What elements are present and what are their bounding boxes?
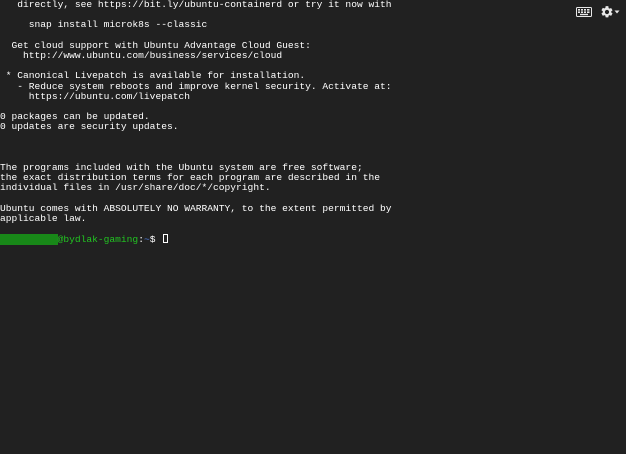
prompt-host: @bydlak-gaming <box>57 234 139 246</box>
terminal-lines: directly, see https://bit.ly/ubuntu-cont… <box>0 0 566 234</box>
terminal-line: The programs included with the Ubuntu sy… <box>0 163 363 173</box>
terminal-line: https://ubuntu.com/livepatch <box>0 91 190 102</box>
terminal-window[interactable]: directly, see https://bit.ly/ubuntu-cont… <box>0 0 626 454</box>
terminal-line: 0 packages can be updated. <box>0 112 150 123</box>
terminal-line: Get cloud support with Ubuntu Advantage … <box>0 40 311 51</box>
prompt-line[interactable]: @bydlak-gaming:~$ <box>0 234 566 246</box>
terminal-line: * Canonical Livepatch is available for i… <box>0 71 306 82</box>
prompt-user-redacted <box>0 234 58 246</box>
terminal-line: Ubuntu comes with ABSOLUTELY NO WARRANTY… <box>0 203 392 214</box>
terminal-line: http://www.ubuntu.com/business/services/… <box>0 50 283 61</box>
terminal-line: individual files in /usr/share/doc/*/cop… <box>0 183 271 194</box>
caret-down-icon <box>614 10 620 14</box>
terminal-line: the exact distribution terms for each pr… <box>0 173 380 184</box>
keyboard-icon[interactable] <box>576 7 592 17</box>
terminal-line: 0 updates are security updates. <box>0 122 179 133</box>
settings-button[interactable] <box>600 5 620 19</box>
terminal-line: applicable law. <box>0 213 87 224</box>
terminal-line: directly, see https://bit.ly/ubuntu-cont… <box>0 0 392 10</box>
prompt-symbol: $ <box>149 234 162 246</box>
terminal-toolbar <box>576 5 620 19</box>
gear-icon <box>601 6 613 18</box>
text-cursor <box>163 234 169 244</box>
terminal-line: snap install microk8s --classic <box>0 20 208 31</box>
terminal-line: - Reduce system reboots and improve kern… <box>0 81 392 92</box>
terminal-output[interactable]: directly, see https://bit.ly/ubuntu-cont… <box>0 0 566 454</box>
